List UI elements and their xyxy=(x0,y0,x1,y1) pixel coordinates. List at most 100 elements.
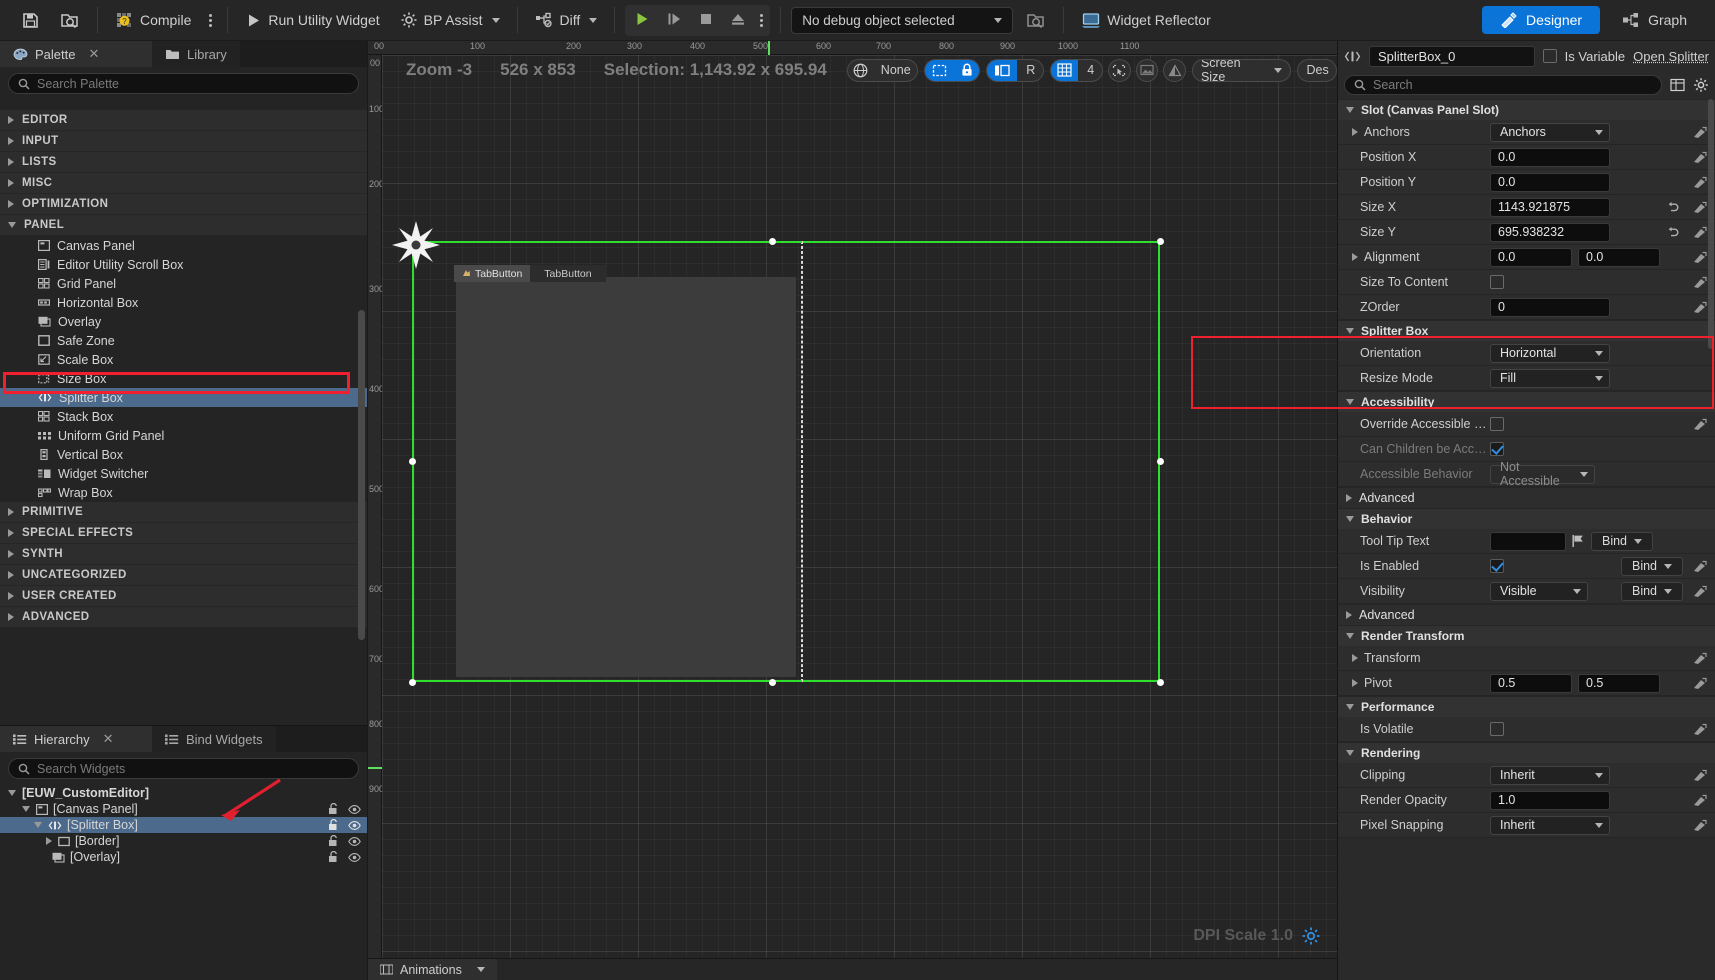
visibility-dropdown[interactable]: Visible xyxy=(1490,581,1588,601)
gear-icon[interactable] xyxy=(1693,77,1709,93)
prop-row-pixel-snapping[interactable]: Pixel Snapping Inherit xyxy=(1338,813,1715,838)
close-icon[interactable]: ✕ xyxy=(103,731,114,747)
grid-snap-group[interactable]: 4 xyxy=(1050,58,1104,82)
chevron-down-icon[interactable] xyxy=(34,822,42,828)
eye-icon[interactable] xyxy=(348,804,361,815)
reset-to-default-button[interactable] xyxy=(1689,151,1709,164)
lock-icon[interactable] xyxy=(328,818,339,831)
tab-library[interactable]: Library xyxy=(152,41,240,67)
palette-category-primitive[interactable]: PRIMITIVE xyxy=(0,502,367,523)
eye-icon[interactable] xyxy=(348,852,361,863)
prop-row-resize-mode[interactable]: Resize Mode Fill xyxy=(1338,366,1715,391)
palette-item-uniform-grid-panel[interactable]: Uniform Grid Panel xyxy=(0,426,367,445)
tool-tip-text-bind-button[interactable]: Bind xyxy=(1591,531,1653,551)
diff-button[interactable]: Diff xyxy=(528,8,605,33)
gear-icon[interactable] xyxy=(1301,926,1321,946)
size-to-content-checkbox[interactable] xyxy=(1490,275,1504,289)
render-opacity-input[interactable]: 1.0 xyxy=(1490,790,1610,810)
compile-button[interactable]: ? Compile xyxy=(108,7,198,34)
section-performance[interactable]: Performance xyxy=(1338,696,1715,717)
design-canvas[interactable]: Zoom -3 526 x 853 Selection: 1,143.92 x … xyxy=(382,55,1337,958)
resize-handle-ml[interactable] xyxy=(409,458,416,465)
palette-item-splitter-box[interactable]: Splitter Box xyxy=(0,388,367,407)
position-y-input[interactable]: 0.0 xyxy=(1490,172,1610,192)
reset-to-default-button[interactable] xyxy=(1689,126,1709,139)
compile-options-kebab[interactable] xyxy=(204,10,217,31)
eye-icon[interactable] xyxy=(348,820,361,831)
rtl-toggle[interactable]: R xyxy=(1017,60,1043,81)
prop-row-accessible-behavior[interactable]: Accessible Behavior Not Accessible xyxy=(1338,460,1715,488)
properties-list[interactable]: Slot (Canvas Panel Slot) Anchors Anchors xyxy=(1338,99,1715,980)
palette-category-user-created[interactable]: USER CREATED xyxy=(0,586,367,607)
anchor-medallion-icon[interactable] xyxy=(388,217,444,273)
tab-palette[interactable]: Palette ✕ xyxy=(0,41,152,67)
prop-row-override-accessible-defaults[interactable]: Override Accessible Def... xyxy=(1338,412,1715,437)
position-x-input[interactable]: 0.0 xyxy=(1490,147,1610,167)
stop-button[interactable] xyxy=(691,7,721,34)
is-variable-checkbox[interactable] xyxy=(1542,49,1557,63)
chevron-right-icon[interactable] xyxy=(1352,253,1358,261)
eject-button[interactable] xyxy=(723,7,753,34)
tool-tip-text-input[interactable] xyxy=(1490,531,1566,551)
mirror-rtl-group[interactable]: R xyxy=(986,58,1045,82)
visibility-bind-button[interactable]: Bind xyxy=(1621,581,1683,601)
reset-to-default-button[interactable] xyxy=(1689,769,1709,782)
override-accessible-defaults-checkbox[interactable] xyxy=(1490,417,1504,431)
dpi-scale-indicator[interactable]: DPI Scale 1.0 xyxy=(1193,926,1321,946)
reset-to-default-button[interactable] xyxy=(1689,176,1709,189)
prop-row-tool-tip-text[interactable]: Tool Tip Text Bind xyxy=(1338,529,1715,554)
bp-assist-button[interactable]: BP Assist xyxy=(393,7,507,33)
section-behavior-advanced[interactable]: Advanced xyxy=(1338,604,1715,625)
alignment-x-input[interactable]: 0.0 xyxy=(1490,247,1572,267)
prop-row-pivot[interactable]: Pivot 0.5 0.5 xyxy=(1338,671,1715,696)
resize-handle-mr[interactable] xyxy=(1157,458,1164,465)
reset-to-default-button[interactable] xyxy=(1689,560,1709,573)
hierarchy-row-splitter-box[interactable]: [Splitter Box] xyxy=(0,817,367,833)
is-volatile-checkbox[interactable] xyxy=(1490,722,1504,736)
prop-row-transform[interactable]: Transform xyxy=(1338,646,1715,671)
prop-row-visibility[interactable]: Visibility Visible Bind xyxy=(1338,579,1715,604)
chevron-right-icon[interactable] xyxy=(1352,654,1358,662)
resize-mode-dropdown[interactable]: Fill xyxy=(1490,368,1610,388)
tab-designer[interactable]: Designer xyxy=(1482,6,1601,34)
save-button[interactable] xyxy=(14,7,47,34)
section-rendering[interactable]: Rendering xyxy=(1338,742,1715,763)
desired-size-button[interactable]: Des xyxy=(1297,58,1337,82)
lock-icon[interactable] xyxy=(328,850,339,863)
widget-name-field[interactable]: SplitterBox_0 xyxy=(1369,45,1535,67)
flag-icon[interactable] xyxy=(1572,534,1585,548)
pixel-snapping-dropdown[interactable]: Inherit xyxy=(1490,815,1610,835)
details-scrollbar[interactable] xyxy=(1708,99,1714,349)
splitter-handle[interactable] xyxy=(802,241,803,682)
palette-category-misc[interactable]: MISC xyxy=(0,173,367,194)
reset-to-default-button[interactable] xyxy=(1689,418,1709,431)
prop-row-orientation[interactable]: Orientation Horizontal xyxy=(1338,341,1715,366)
reset-to-default-button[interactable] xyxy=(1689,201,1709,214)
screen-size-dropdown[interactable]: Screen Size xyxy=(1191,58,1292,82)
debug-object-dropdown[interactable]: No debug object selected xyxy=(791,6,1014,34)
hierarchy-row-border[interactable]: [Border] xyxy=(0,833,367,849)
palette-item-size-box[interactable]: Size Box xyxy=(0,369,367,388)
debug-browse-button[interactable] xyxy=(1019,7,1053,34)
chevron-down-icon[interactable] xyxy=(8,790,16,796)
palette-category-special-effects[interactable]: SPECIAL EFFECTS xyxy=(0,523,367,544)
reset-to-default-button[interactable] xyxy=(1689,301,1709,314)
alignment-y-input[interactable]: 0.0 xyxy=(1578,247,1660,267)
accessible-behavior-dropdown[interactable]: Not Accessible xyxy=(1490,460,1595,488)
pivot-y-input[interactable]: 0.5 xyxy=(1578,673,1660,693)
reset-to-default-button[interactable] xyxy=(1689,723,1709,736)
chevron-right-icon[interactable] xyxy=(1352,679,1358,687)
palette-category-uncategorized[interactable]: UNCATEGORIZED xyxy=(0,565,367,586)
palette-search-input[interactable]: Search Palette xyxy=(8,73,359,94)
zorder-input[interactable]: 0 xyxy=(1490,297,1610,317)
hierarchy-row-canvas-panel[interactable]: [Canvas Panel] xyxy=(0,801,367,817)
details-search-input[interactable]: Search xyxy=(1344,75,1662,95)
prop-row-size-to-content[interactable]: Size To Content xyxy=(1338,270,1715,295)
palette-item-safe-zone[interactable]: Safe Zone xyxy=(0,331,367,350)
palette-item-grid-panel[interactable]: Grid Panel xyxy=(0,274,367,293)
reset-to-default-button[interactable] xyxy=(1689,251,1709,264)
reset-to-default-button[interactable] xyxy=(1689,276,1709,289)
is-enabled-checkbox[interactable] xyxy=(1490,559,1504,573)
run-utility-widget-button[interactable]: Run Utility Widget xyxy=(238,8,386,33)
grid-snap-icon[interactable] xyxy=(1051,59,1079,81)
